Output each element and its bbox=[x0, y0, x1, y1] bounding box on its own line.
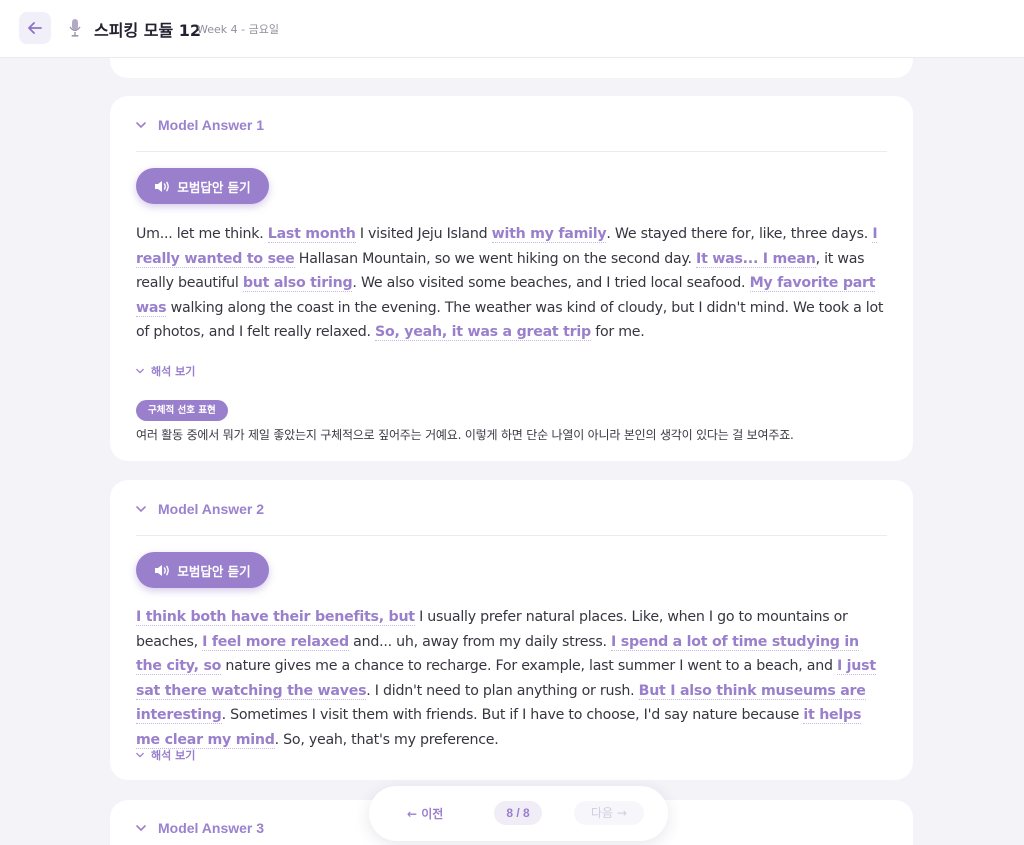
back-button[interactable] bbox=[19, 12, 51, 44]
listen-model-answer-2-button[interactable]: 모범답안 듣기 bbox=[136, 552, 269, 588]
key-expression[interactable]: but also tiring bbox=[242, 275, 353, 292]
model-answer-card-2: Model Answer 2 모범답안 듣기 I think both have… bbox=[110, 480, 913, 780]
answer-text-segment: . Sometimes I visit them with friends. B… bbox=[221, 707, 804, 723]
model-answer-2-text: I think both have their benefits, but I … bbox=[136, 605, 886, 752]
chevron-down-icon bbox=[136, 506, 146, 513]
pagination-bar: ← 이전 8 / 8 다음 → bbox=[369, 786, 668, 841]
page-subtitle: Week 4 - 금요일 bbox=[197, 23, 279, 36]
answer-text-segment: for me. bbox=[590, 324, 645, 340]
chevron-down-icon bbox=[136, 752, 144, 758]
chevron-down-icon bbox=[136, 825, 146, 832]
listen-label: 모범답안 듣기 bbox=[177, 563, 251, 579]
model-answer-3-toggle[interactable]: Model Answer 3 bbox=[136, 819, 264, 837]
divider bbox=[136, 535, 887, 536]
model-answer-2-toggle[interactable]: Model Answer 2 bbox=[136, 500, 264, 518]
speaker-icon bbox=[155, 180, 170, 192]
answer-text-segment: and... uh, away from my daily stress. bbox=[348, 633, 612, 650]
model-answer-1-text: Um... let me think. Last month I visited… bbox=[136, 222, 886, 345]
show-translation-label: 해석 보기 bbox=[151, 365, 196, 378]
answer-text-segment: . I didn't need to plan anything or rush… bbox=[366, 682, 639, 699]
show-translation-2-toggle[interactable]: 해석 보기 bbox=[136, 747, 195, 763]
microphone-icon bbox=[69, 19, 81, 37]
answer-text-segment: Um... let me think. bbox=[136, 226, 268, 242]
answer-text-segment: nature gives me a chance to recharge. Fo… bbox=[221, 658, 837, 674]
page-title: 스피킹 모듈 12 bbox=[94, 21, 202, 40]
listen-label: 모범답안 듣기 bbox=[177, 179, 251, 195]
model-answer-2-heading: Model Answer 2 bbox=[158, 501, 265, 517]
key-expression[interactable]: It was... I mean bbox=[696, 250, 816, 268]
answer-text-segment: . We also visited some beaches, and I tr… bbox=[352, 275, 750, 291]
page-indicator: 8 / 8 bbox=[494, 801, 542, 825]
answer-text-segment: . So, yeah, that's my preference. bbox=[274, 731, 499, 748]
key-expression[interactable]: I think both have their benefits, but bbox=[136, 609, 415, 626]
speaker-icon bbox=[155, 564, 170, 576]
show-translation-1-toggle[interactable]: 해석 보기 bbox=[136, 363, 195, 379]
listen-model-answer-1-button[interactable]: 모범답안 듣기 bbox=[136, 168, 269, 204]
divider bbox=[136, 151, 887, 152]
key-expression[interactable]: Last month bbox=[267, 226, 356, 243]
expression-tip-text: 여러 활동 중에서 뭐가 제일 좋았는지 구체적으로 짚어주는 거예요. 이렇게… bbox=[136, 428, 794, 442]
next-button[interactable]: 다음 → bbox=[574, 801, 644, 825]
key-expression[interactable]: with my family bbox=[491, 226, 607, 243]
expression-tip-badge: 구체적 선호 표현 bbox=[136, 400, 228, 421]
arrow-left-icon bbox=[28, 22, 42, 34]
model-answer-1-heading: Model Answer 1 bbox=[158, 117, 265, 133]
answer-text-segment: . We stayed there for, like, three days. bbox=[606, 226, 873, 242]
top-bar: 스피킹 모듈 12 Week 4 - 금요일 bbox=[0, 0, 1024, 58]
key-expression[interactable]: I feel more relaxed bbox=[202, 633, 349, 651]
model-answer-3-heading: Model Answer 3 bbox=[158, 820, 265, 836]
chevron-down-icon bbox=[136, 368, 144, 374]
model-answer-1-toggle[interactable]: Model Answer 1 bbox=[136, 116, 264, 134]
previous-button[interactable]: ← 이전 bbox=[407, 805, 443, 822]
key-expression[interactable]: So, yeah, it was a great trip bbox=[374, 324, 591, 341]
answer-text-segment: Hallasan Mountain, so we went hiking on … bbox=[294, 250, 697, 267]
show-translation-label: 해석 보기 bbox=[151, 749, 196, 762]
chevron-down-icon bbox=[136, 122, 146, 129]
answer-text-segment: I visited Jeju Island bbox=[355, 226, 492, 242]
model-answer-card-1: Model Answer 1 모범답안 듣기 Um... let me thin… bbox=[110, 96, 913, 461]
